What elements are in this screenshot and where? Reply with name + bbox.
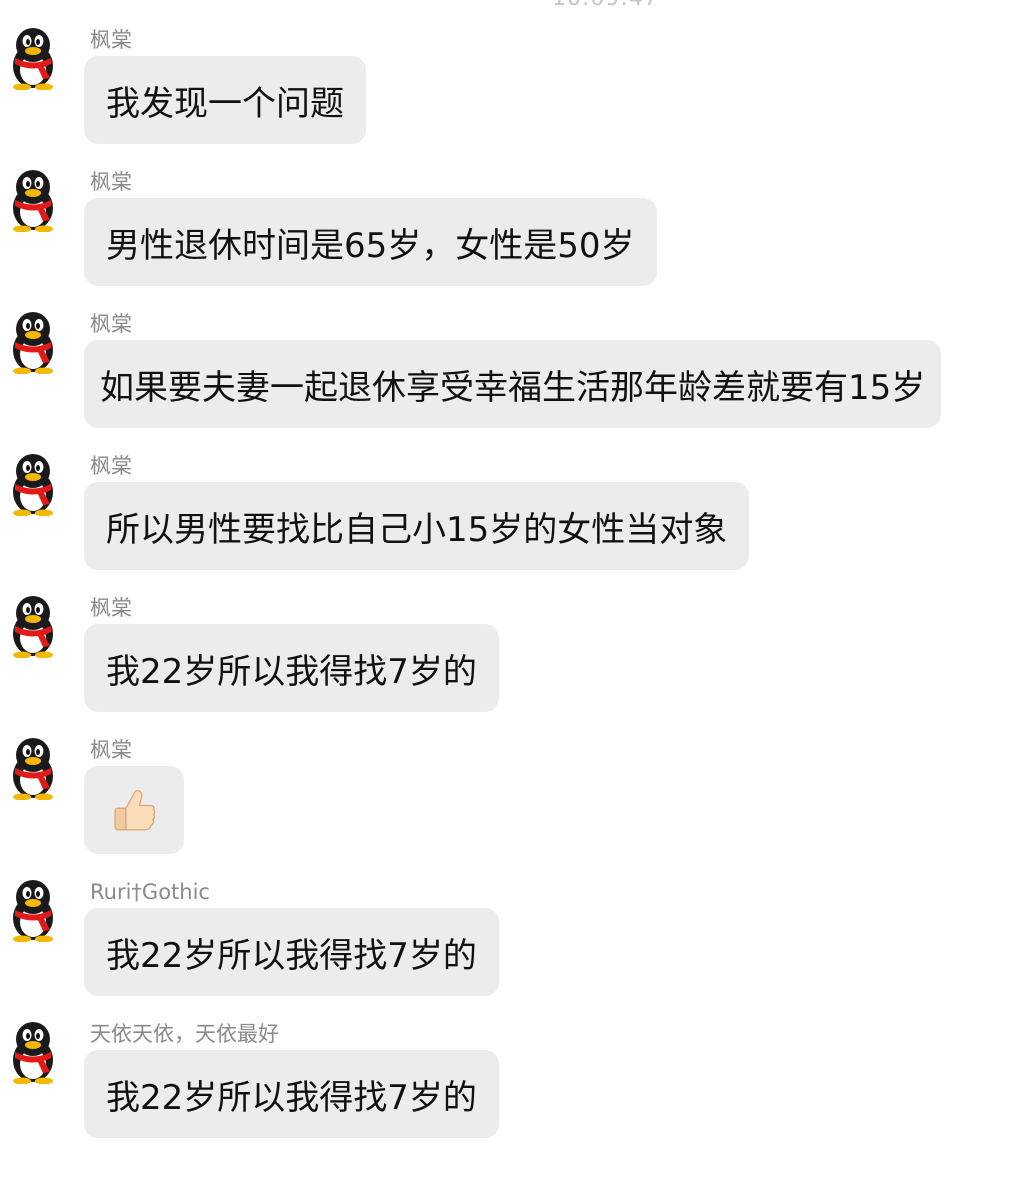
message-text: 我22岁所以我得找7岁的 xyxy=(106,651,477,692)
sender-name[interactable]: Ruri†Gothic xyxy=(90,878,210,906)
message-bubble[interactable]: 我22岁所以我得找7岁的 xyxy=(84,908,499,996)
message-bubble[interactable]: 我22岁所以我得找7岁的 xyxy=(84,1050,499,1138)
qq-penguin-avatar-icon[interactable] xyxy=(4,168,62,232)
message-bubble[interactable]: 男性退休时间是65岁，女性是50岁 xyxy=(84,198,657,286)
message-text: 我22岁所以我得找7岁的 xyxy=(106,1077,477,1118)
message-text: 男性退休时间是65岁，女性是50岁 xyxy=(106,225,635,266)
message-text: 我22岁所以我得找7岁的 xyxy=(106,935,477,976)
message-bubble[interactable]: 如果要夫妻一起退休享受幸福生活那年龄差就要有15岁 xyxy=(84,340,942,428)
message-bubble[interactable]: 所以男性要找比自己小15岁的女性当对象 xyxy=(84,482,750,570)
qq-penguin-avatar-icon[interactable] xyxy=(4,878,62,942)
qq-penguin-avatar-icon[interactable] xyxy=(4,594,62,658)
sender-name[interactable]: 枫棠 xyxy=(90,310,132,338)
qq-penguin-avatar-icon[interactable] xyxy=(4,736,62,800)
sender-name[interactable]: 枫棠 xyxy=(90,736,132,764)
message-bubble[interactable] xyxy=(84,766,184,854)
message-bubble[interactable]: 我22岁所以我得找7岁的 xyxy=(84,624,499,712)
sender-name[interactable]: 枫棠 xyxy=(90,452,132,480)
thumbs-up-icon xyxy=(107,783,161,837)
message-timestamp: 10:09:47 xyxy=(552,0,659,11)
qq-penguin-avatar-icon[interactable] xyxy=(4,452,62,516)
sender-name[interactable]: 枫棠 xyxy=(90,168,132,196)
message-text: 所以男性要找比自己小15岁的女性当对象 xyxy=(106,509,728,550)
chat-window: 10:09:47 枫棠 我发现一个问题 枫棠 男性退休时间是65岁，女性是50岁… xyxy=(0,0,1036,1200)
message-text: 如果要夫妻一起退休享受幸福生活那年龄差就要有15岁 xyxy=(100,367,926,408)
message-bubble[interactable]: 我发现一个问题 xyxy=(84,56,366,144)
qq-penguin-avatar-icon[interactable] xyxy=(4,1020,62,1084)
sender-name[interactable]: 枫棠 xyxy=(90,594,132,622)
sender-name[interactable]: 枫棠 xyxy=(90,26,132,54)
qq-penguin-avatar-icon[interactable] xyxy=(4,310,62,374)
qq-penguin-avatar-icon[interactable] xyxy=(4,26,62,90)
sender-name[interactable]: 天依天依，天依最好 xyxy=(90,1020,279,1048)
message-text: 我发现一个问题 xyxy=(106,83,344,124)
